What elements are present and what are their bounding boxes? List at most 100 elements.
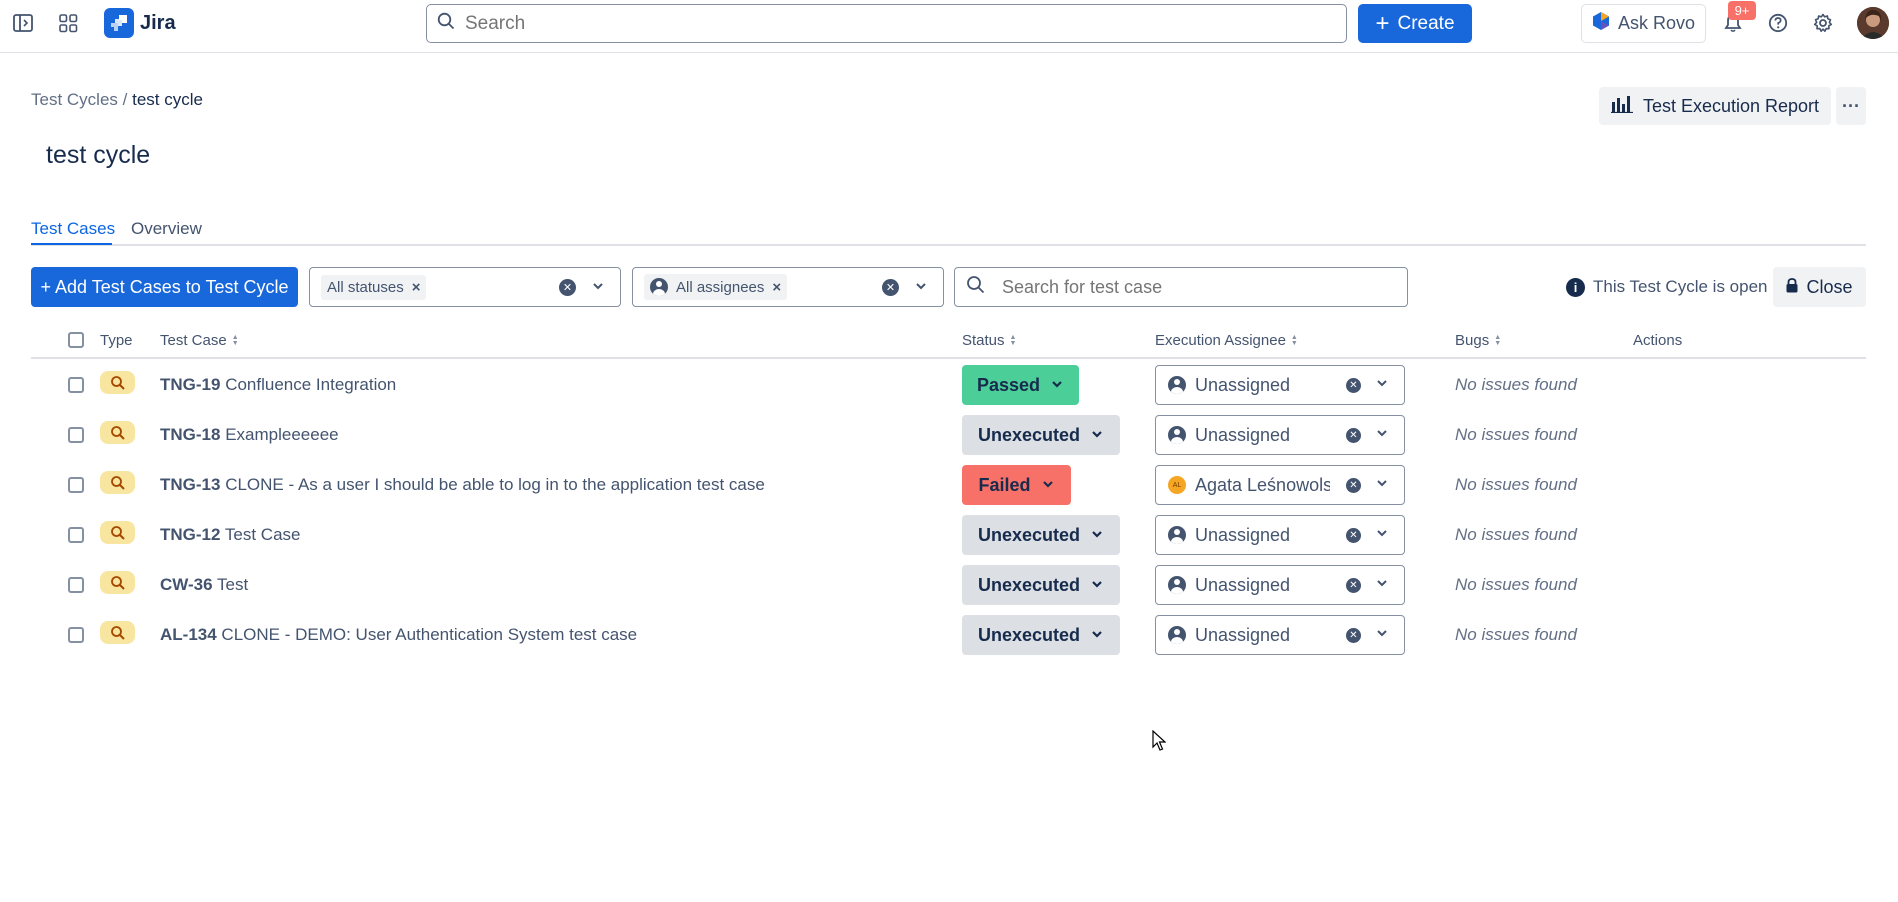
chevron-down-icon[interactable] [591,278,605,298]
status-filter-chip-label: All statuses [327,278,404,296]
test-case-cell[interactable]: TNG-19 Confluence Integration [160,375,396,395]
remove-chip-icon[interactable]: × [412,279,421,296]
remove-chip-icon[interactable]: × [772,279,781,296]
table-row[interactable]: TNG-18 Exampleeeeee Unexecuted Unassigned ✕… [31,410,1866,460]
clear-filter-icon[interactable]: ✕ [882,279,899,296]
add-test-cases-button[interactable]: + Add Test Cases to Test Cycle [31,267,298,307]
clear-filter-icon[interactable]: ✕ [559,279,576,296]
clear-assignee-icon[interactable]: ✕ [1346,578,1361,593]
column-test-case[interactable]: Test Case ▲ ▼ [160,332,239,349]
test-case-title[interactable]: Exampleeeeee [225,425,338,444]
assignee-select[interactable]: Unassigned ✕ [1155,565,1405,605]
app-switcher-icon[interactable] [57,12,79,34]
sidebar-toggle-icon[interactable] [12,12,34,34]
chevron-down-icon[interactable] [1375,375,1389,395]
magnifier-icon [100,621,135,644]
test-case-title[interactable]: CLONE - DEMO: User Authentication System… [221,625,637,644]
test-execution-report-button[interactable]: Test Execution Report [1599,87,1831,125]
clear-assignee-icon[interactable]: ✕ [1346,428,1361,443]
breadcrumb-current: test cycle [132,90,203,109]
assignee-select[interactable]: Unassigned ✕ [1155,365,1405,405]
chevron-down-icon[interactable] [1375,425,1389,445]
test-case-key[interactable]: AL-134 [160,625,217,644]
create-button[interactable]: + Create [1358,4,1472,43]
test-case-key[interactable]: TNG-12 [160,525,220,544]
assignee-select[interactable]: AL Agata Leśnowolsl ✕ [1155,465,1405,505]
status-dropdown[interactable]: Unexecuted [962,515,1120,555]
gear-icon[interactable] [1812,12,1834,34]
table-row[interactable]: TNG-12 Test Case Unexecuted Unassigned ✕ No … [31,510,1866,560]
help-icon[interactable] [1767,12,1789,34]
row-checkbox[interactable] [68,377,84,393]
test-case-search-input[interactable] [1002,276,1392,298]
test-case-key[interactable]: TNG-13 [160,475,220,494]
status-dropdown[interactable]: Unexecuted [962,415,1120,455]
test-case-cell[interactable]: TNG-12 Test Case [160,525,300,545]
test-case-cell[interactable]: AL-134 CLONE - DEMO: User Authentication… [160,625,637,645]
app-name[interactable]: Jira [140,12,176,35]
more-actions-button[interactable]: ··· [1836,87,1866,125]
magnifier-icon [100,521,135,544]
tab-overview[interactable]: Overview [131,219,202,239]
ask-rovo-button[interactable]: Ask Rovo [1581,4,1706,43]
table-row[interactable]: TNG-13 CLONE - As a user I should be abl… [31,460,1866,510]
clear-assignee-icon[interactable]: ✕ [1346,478,1361,493]
assignee-select[interactable]: Unassigned ✕ [1155,415,1405,455]
column-type-label: Type [100,332,133,349]
test-case-key[interactable]: TNG-19 [160,375,220,394]
chevron-down-icon[interactable] [1375,475,1389,495]
test-case-key[interactable]: TNG-18 [160,425,220,444]
user-avatar[interactable] [1857,7,1889,39]
clear-assignee-icon[interactable]: ✕ [1346,528,1361,543]
status-dropdown[interactable]: Unexecuted [962,615,1120,655]
column-status[interactable]: Status ▲ ▼ [962,332,1016,349]
table-row[interactable]: AL-134 CLONE - DEMO: User Authentication… [31,610,1866,660]
assignee-select[interactable]: Unassigned ✕ [1155,515,1405,555]
test-case-key[interactable]: CW-36 [160,575,213,594]
row-checkbox[interactable] [68,627,84,643]
clear-assignee-icon[interactable]: ✕ [1346,378,1361,393]
chevron-down-icon [1090,525,1104,546]
assignee-select[interactable]: Unassigned ✕ [1155,615,1405,655]
status-dropdown[interactable]: Unexecuted [962,565,1120,605]
close-cycle-button[interactable]: Close [1773,267,1866,307]
test-case-cell[interactable]: CW-36 Test [160,575,248,595]
assignee-name: Unassigned [1195,524,1291,545]
row-checkbox[interactable] [68,427,84,443]
status-label: Unexecuted [977,524,1081,545]
select-all-checkbox[interactable] [68,332,84,348]
person-icon [1168,626,1186,644]
global-search-input[interactable] [465,12,1315,35]
tab-test-cases[interactable]: Test Cases [31,219,115,239]
assignee-filter[interactable]: All assignees × ✕ [632,267,944,307]
test-case-title[interactable]: Confluence Integration [225,375,396,394]
clear-assignee-icon[interactable]: ✕ [1346,628,1361,643]
test-case-title[interactable]: CLONE - As a user I should be able to lo… [225,475,765,494]
status-filter[interactable]: All statuses × ✕ [309,267,621,307]
status-dropdown[interactable]: Failed [962,465,1071,505]
test-case-title[interactable]: Test [217,575,248,594]
table-row[interactable]: CW-36 Test Unexecuted Unassigned ✕ No issues… [31,560,1866,610]
row-checkbox[interactable] [68,527,84,543]
test-case-cell[interactable]: TNG-13 CLONE - As a user I should be abl… [160,475,765,495]
breadcrumb-parent-link[interactable]: Test Cycles [31,90,118,109]
test-case-title[interactable]: Test Case [225,525,301,544]
row-checkbox[interactable] [68,477,84,493]
test-case-search[interactable] [954,267,1408,307]
table-row[interactable]: TNG-19 Confluence Integration Passed Unass… [31,360,1866,410]
user-avatar: AL [1168,476,1186,494]
chevron-down-icon[interactable] [914,278,928,298]
test-execution-report-label: Test Execution Report [1642,95,1820,116]
status-label: Unexecuted [977,574,1081,595]
jira-logo-icon[interactable] [104,8,134,38]
global-search[interactable] [426,4,1347,43]
row-checkbox[interactable] [68,577,84,593]
column-execution-assignee[interactable]: Execution Assignee ▲ ▼ [1155,332,1298,349]
chevron-down-icon[interactable] [1375,625,1389,645]
status-dropdown[interactable]: Passed [962,365,1079,405]
test-case-cell[interactable]: TNG-18 Exampleeeeee [160,425,339,445]
column-bugs[interactable]: Bugs ▲ ▼ [1455,332,1501,349]
column-actions: Actions [1633,332,1682,349]
chevron-down-icon[interactable] [1375,525,1389,545]
chevron-down-icon[interactable] [1375,575,1389,595]
